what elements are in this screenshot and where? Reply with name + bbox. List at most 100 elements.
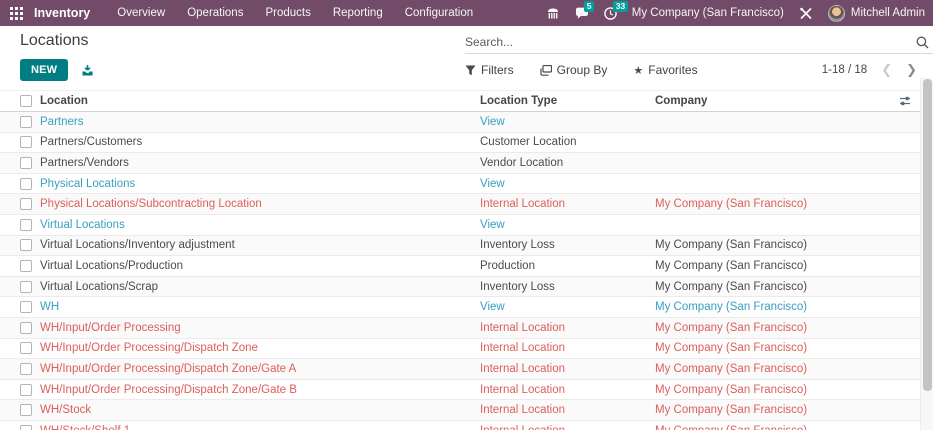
table-row[interactable]: WH/Input/Order Processing/Dispatch Zone/… [0,380,920,401]
row-checkbox[interactable] [20,384,32,396]
cell-location-type: Production [480,260,655,272]
cell-company: My Company (San Francisco) [655,260,892,272]
cell-company: My Company (San Francisco) [655,342,892,354]
favorites-button[interactable]: ★ Favorites [633,63,697,77]
cell-location: Physical Locations/Subcontracting Locati… [40,198,480,210]
table-row[interactable]: WH/Input/Order Processing/Dispatch Zone … [0,339,920,360]
select-all-checkbox[interactable] [20,95,32,107]
cell-location-type: Inventory Loss [480,281,655,293]
row-checkbox[interactable] [20,425,32,430]
column-header-location[interactable]: Location [40,95,480,107]
row-checkbox[interactable] [20,281,32,293]
cell-location-type: Internal Location [480,342,655,354]
row-checkbox[interactable] [20,219,32,231]
row-checkbox[interactable] [20,404,32,416]
filters-button[interactable]: Filters [465,63,514,77]
row-checkbox-cell [0,322,40,334]
search-input[interactable] [465,35,916,49]
group-by-layers-icon [540,65,552,76]
import-button[interactable] [81,64,94,77]
menu-operations[interactable]: Operations [176,0,254,26]
cell-location: Virtual Locations/Inventory adjustment [40,239,480,251]
row-checkbox[interactable] [20,136,32,148]
table-row[interactable]: WH/Stock Internal Location My Company (S… [0,400,920,421]
table-row[interactable]: Virtual Locations/Scrap Inventory Loss M… [0,277,920,298]
current-app-name[interactable]: Inventory [34,6,90,20]
table-row[interactable]: Partners View [0,112,920,133]
cell-location: WH/Input/Order Processing/Dispatch Zone [40,342,480,354]
row-checkbox-cell [0,239,40,251]
activities-count-badge: 33 [613,1,628,12]
row-checkbox[interactable] [20,198,32,210]
user-menu[interactable]: Mitchell Admin [828,5,925,22]
table-row[interactable]: WH/Stock/Shelf 1 Internal Location My Co… [0,421,920,430]
row-checkbox[interactable] [20,239,32,251]
cell-location: Virtual Locations [40,219,480,231]
cell-company: My Company (San Francisco) [655,322,892,334]
column-header-location-type[interactable]: Location Type [480,95,655,107]
storefront-button[interactable] [546,7,560,20]
new-button[interactable]: NEW [20,59,68,81]
page-title: Locations [20,31,465,51]
control-panel-left: Locations NEW [0,31,465,82]
table-row[interactable]: WH/Input/Order Processing Internal Locat… [0,318,920,339]
debug-tools-button[interactable] [799,7,813,20]
locations-list: Location Location Type Company Partners … [0,90,920,430]
cell-location: Physical Locations [40,178,480,190]
vertical-scrollbar-track[interactable] [920,78,933,430]
pager-previous-button[interactable]: ❮ [881,64,892,77]
top-navbar: Inventory Overview Operations Products R… [0,0,933,26]
table-row[interactable]: Partners/Vendors Vendor Location [0,153,920,174]
messages-button[interactable]: 5 [575,7,589,20]
menu-reporting[interactable]: Reporting [322,0,394,26]
row-checkbox[interactable] [20,322,32,334]
search-icon[interactable] [916,36,929,49]
company-switcher[interactable]: My Company (San Francisco) [632,7,784,19]
row-checkbox[interactable] [20,116,32,128]
user-name: Mitchell Admin [851,7,925,19]
row-checkbox-cell [0,404,40,416]
app-window: Inventory Overview Operations Products R… [0,0,933,430]
favorites-star-icon: ★ [633,64,643,77]
row-checkbox[interactable] [20,157,32,169]
row-checkbox[interactable] [20,363,32,375]
adjust-columns-icon[interactable] [899,95,911,107]
table-row[interactable]: Partners/Customers Customer Location [0,133,920,154]
cell-company: My Company (San Francisco) [655,404,892,416]
storefront-icon [546,7,560,20]
messages-count-badge: 5 [584,1,595,12]
menu-overview[interactable]: Overview [106,0,176,26]
group-by-label: Group By [557,63,608,77]
table-row[interactable]: WH/Input/Order Processing/Dispatch Zone/… [0,359,920,380]
apps-menu-button[interactable] [0,0,32,26]
row-checkbox-cell [0,116,40,128]
cell-location: WH [40,301,480,313]
cell-location: Virtual Locations/Scrap [40,281,480,293]
column-header-company[interactable]: Company [655,95,892,107]
table-row[interactable]: Virtual Locations View [0,215,920,236]
table-row[interactable]: WH View My Company (San Francisco) [0,297,920,318]
row-checkbox-cell [0,178,40,190]
search-bar [465,31,933,54]
table-row[interactable]: Physical Locations View [0,174,920,195]
table-row[interactable]: Physical Locations/Subcontracting Locati… [0,194,920,215]
control-panel-right: Filters Group By ★ Favorites 1-18 / 18 ❮ [465,31,933,82]
table-row[interactable]: Virtual Locations/Production Production … [0,256,920,277]
table-row[interactable]: Virtual Locations/Inventory adjustment I… [0,236,920,257]
cell-company: My Company (San Francisco) [655,384,892,396]
vertical-scrollbar-thumb[interactable] [923,79,932,391]
activities-button[interactable]: 33 [604,7,617,20]
row-checkbox[interactable] [20,301,32,313]
row-checkbox[interactable] [20,178,32,190]
cell-company: My Company (San Francisco) [655,281,892,293]
pager-next-button[interactable]: ❯ [906,64,917,77]
row-checkbox-cell [0,136,40,148]
row-checkbox[interactable] [20,260,32,272]
row-checkbox[interactable] [20,342,32,354]
search-options-row: Filters Group By ★ Favorites 1-18 / 18 ❮ [465,63,933,77]
pager-count[interactable]: 1-18 / 18 [822,64,867,76]
cell-location: WH/Stock/Shelf 1 [40,425,480,430]
group-by-button[interactable]: Group By [540,63,608,77]
menu-products[interactable]: Products [254,0,321,26]
menu-configuration[interactable]: Configuration [394,0,484,26]
